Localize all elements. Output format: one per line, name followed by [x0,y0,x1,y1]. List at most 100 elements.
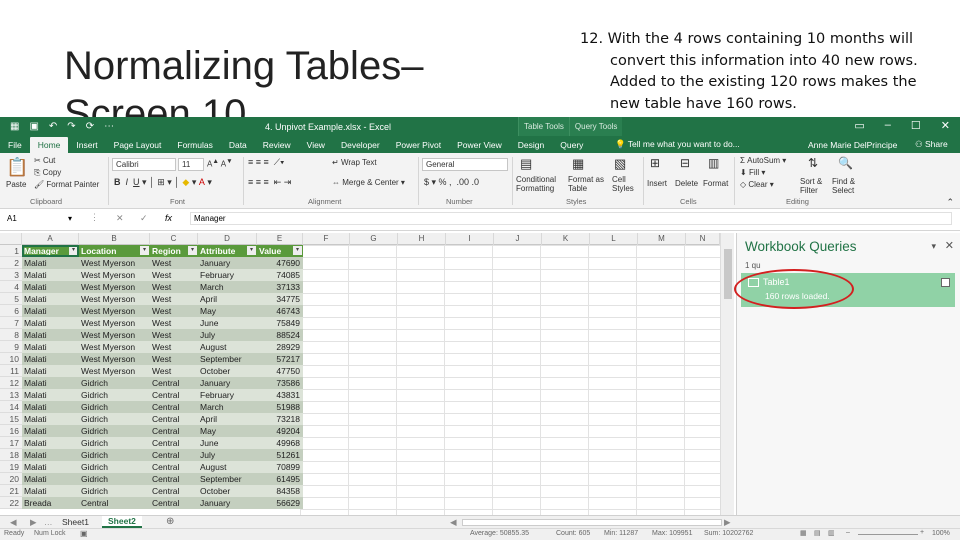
column-header[interactable]: C [150,233,198,245]
format-as-table-button[interactable]: Format as Table [568,175,608,193]
table-cell[interactable]: September [198,473,257,485]
column-header[interactable]: N [686,233,720,245]
table-cell[interactable]: Central [150,425,198,437]
table-cell[interactable]: Malati [22,437,79,449]
table-cell[interactable]: Malati [22,377,79,389]
filter-dropdown-icon[interactable]: ▾ [247,246,256,255]
scrollbar-thumb[interactable] [724,249,732,299]
tab-formulas[interactable]: Formulas [169,140,220,153]
table-cell[interactable]: 43831 [257,389,303,401]
table-cell[interactable]: Gidrich [79,485,150,497]
redo-icon[interactable]: ↷ [67,121,75,132]
table-cell[interactable]: 57217 [257,353,303,365]
table-cell[interactable]: Central [150,377,198,389]
table-cell[interactable]: Malati [22,365,79,377]
table-cell[interactable]: West Myerson [79,269,150,281]
table-cell[interactable]: Malati [22,293,79,305]
zoom-level[interactable]: 100% [932,530,950,537]
font-grow-icon[interactable]: A▲ A▼ [207,158,233,169]
zoom-in-icon[interactable]: + [920,529,924,536]
cut-button[interactable]: ✂ Cut [34,156,55,165]
table-cell[interactable]: 49204 [257,425,303,437]
table-cell[interactable]: October [198,485,257,497]
tab-page-layout[interactable]: Page Layout [106,140,170,153]
insert-cells-icon[interactable]: ⊞ [650,156,660,170]
column-header[interactable]: G [350,233,398,245]
table-cell[interactable]: Gidrich [79,401,150,413]
table-cell[interactable]: West [150,341,198,353]
column-header[interactable]: H [398,233,446,245]
vertical-scrollbar[interactable] [720,233,734,515]
sheet-nav-more-icon[interactable]: … [44,517,53,527]
table-cell[interactable]: Malati [22,461,79,473]
find-select-button[interactable]: Find & Select [832,177,862,195]
row-number[interactable]: 20 [0,473,22,485]
column-header[interactable]: I [446,233,494,245]
conditional-formatting-button[interactable]: Conditional Formatting [516,175,566,193]
table-cell[interactable]: Malati [22,425,79,437]
table-cell[interactable]: August [198,341,257,353]
worksheet-grid[interactable]: A B C D E F G H I J K L M N 1 Manager ▾ Loc… [0,233,720,515]
table-cell[interactable]: Gidrich [79,425,150,437]
table-cell[interactable]: Malati [22,389,79,401]
tab-query[interactable]: Query [552,140,591,153]
format-cells-icon[interactable]: ▥ [708,156,719,170]
table-cell[interactable]: 61495 [257,473,303,485]
table-cell[interactable]: 84358 [257,485,303,497]
insert-function-icon[interactable]: fx [165,213,172,223]
font-name-select[interactable]: Calibri [112,158,176,171]
table-cell[interactable]: West [150,293,198,305]
paste-button[interactable]: Paste [6,180,26,189]
table-cell[interactable]: February [198,269,257,281]
table-cell[interactable]: Gidrich [79,413,150,425]
table-cell[interactable]: West [150,329,198,341]
table-cell[interactable]: May [198,305,257,317]
find-select-icon[interactable]: 🔍 [838,156,853,170]
insert-cells-button[interactable]: Insert [647,179,667,188]
table-cell[interactable]: Malati [22,473,79,485]
formula-input[interactable]: Manager [190,212,952,225]
table-cell[interactable]: July [198,329,257,341]
row-number[interactable]: 22 [0,497,22,509]
more-commands-icon[interactable]: ⋯ [104,121,114,132]
table-cell[interactable]: 28929 [257,341,303,353]
table-cell[interactable]: West Myerson [79,257,150,269]
table-cell[interactable]: June [198,437,257,449]
table-cell[interactable]: March [198,401,257,413]
table-cell[interactable]: Central [150,473,198,485]
table-cell[interactable]: 74085 [257,269,303,281]
table-cell[interactable]: Malati [22,449,79,461]
table-cell[interactable]: West Myerson [79,353,150,365]
column-header[interactable]: A [22,233,79,245]
paste-icon[interactable]: 📋 [6,157,28,178]
row-number[interactable]: 8 [0,329,22,341]
format-painter-button[interactable]: 🖌 Format Painter [34,180,99,189]
table-cell[interactable]: 49968 [257,437,303,449]
font-size-select[interactable]: 11 [178,158,204,171]
clear-button[interactable]: ◇ Clear ▾ [740,180,774,189]
table-cell[interactable]: West [150,257,198,269]
table-cell[interactable]: Gidrich [79,437,150,449]
table-cell[interactable]: July [198,449,257,461]
table-cell[interactable]: 70899 [257,461,303,473]
table-cell[interactable]: Central [150,461,198,473]
delete-cells-icon[interactable]: ⊟ [680,156,690,170]
row-number[interactable]: 5 [0,293,22,305]
table-cell[interactable]: April [198,413,257,425]
row-number[interactable]: 14 [0,401,22,413]
table-cell[interactable]: Malati [22,341,79,353]
table-cell[interactable]: West [150,317,198,329]
wrap-text-button[interactable]: ↵ Wrap Text [332,158,377,167]
table-cell[interactable]: Gidrich [79,449,150,461]
view-normal-icon[interactable]: ▦ [800,529,807,537]
close-pane-icon[interactable]: ✕ [945,239,954,252]
table-cell[interactable]: Malati [22,401,79,413]
copy-button[interactable]: ⎘ Copy [34,168,61,178]
autosum-button[interactable]: Σ AutoSum ▾ [740,156,786,165]
sheet-tab-sheet2[interactable]: Sheet2 [102,516,142,528]
table-cell[interactable]: West Myerson [79,329,150,341]
table-cell[interactable]: May [198,425,257,437]
table-cell[interactable]: Central [150,401,198,413]
table-cell[interactable]: 47690 [257,257,303,269]
table-cell[interactable]: Central [150,485,198,497]
